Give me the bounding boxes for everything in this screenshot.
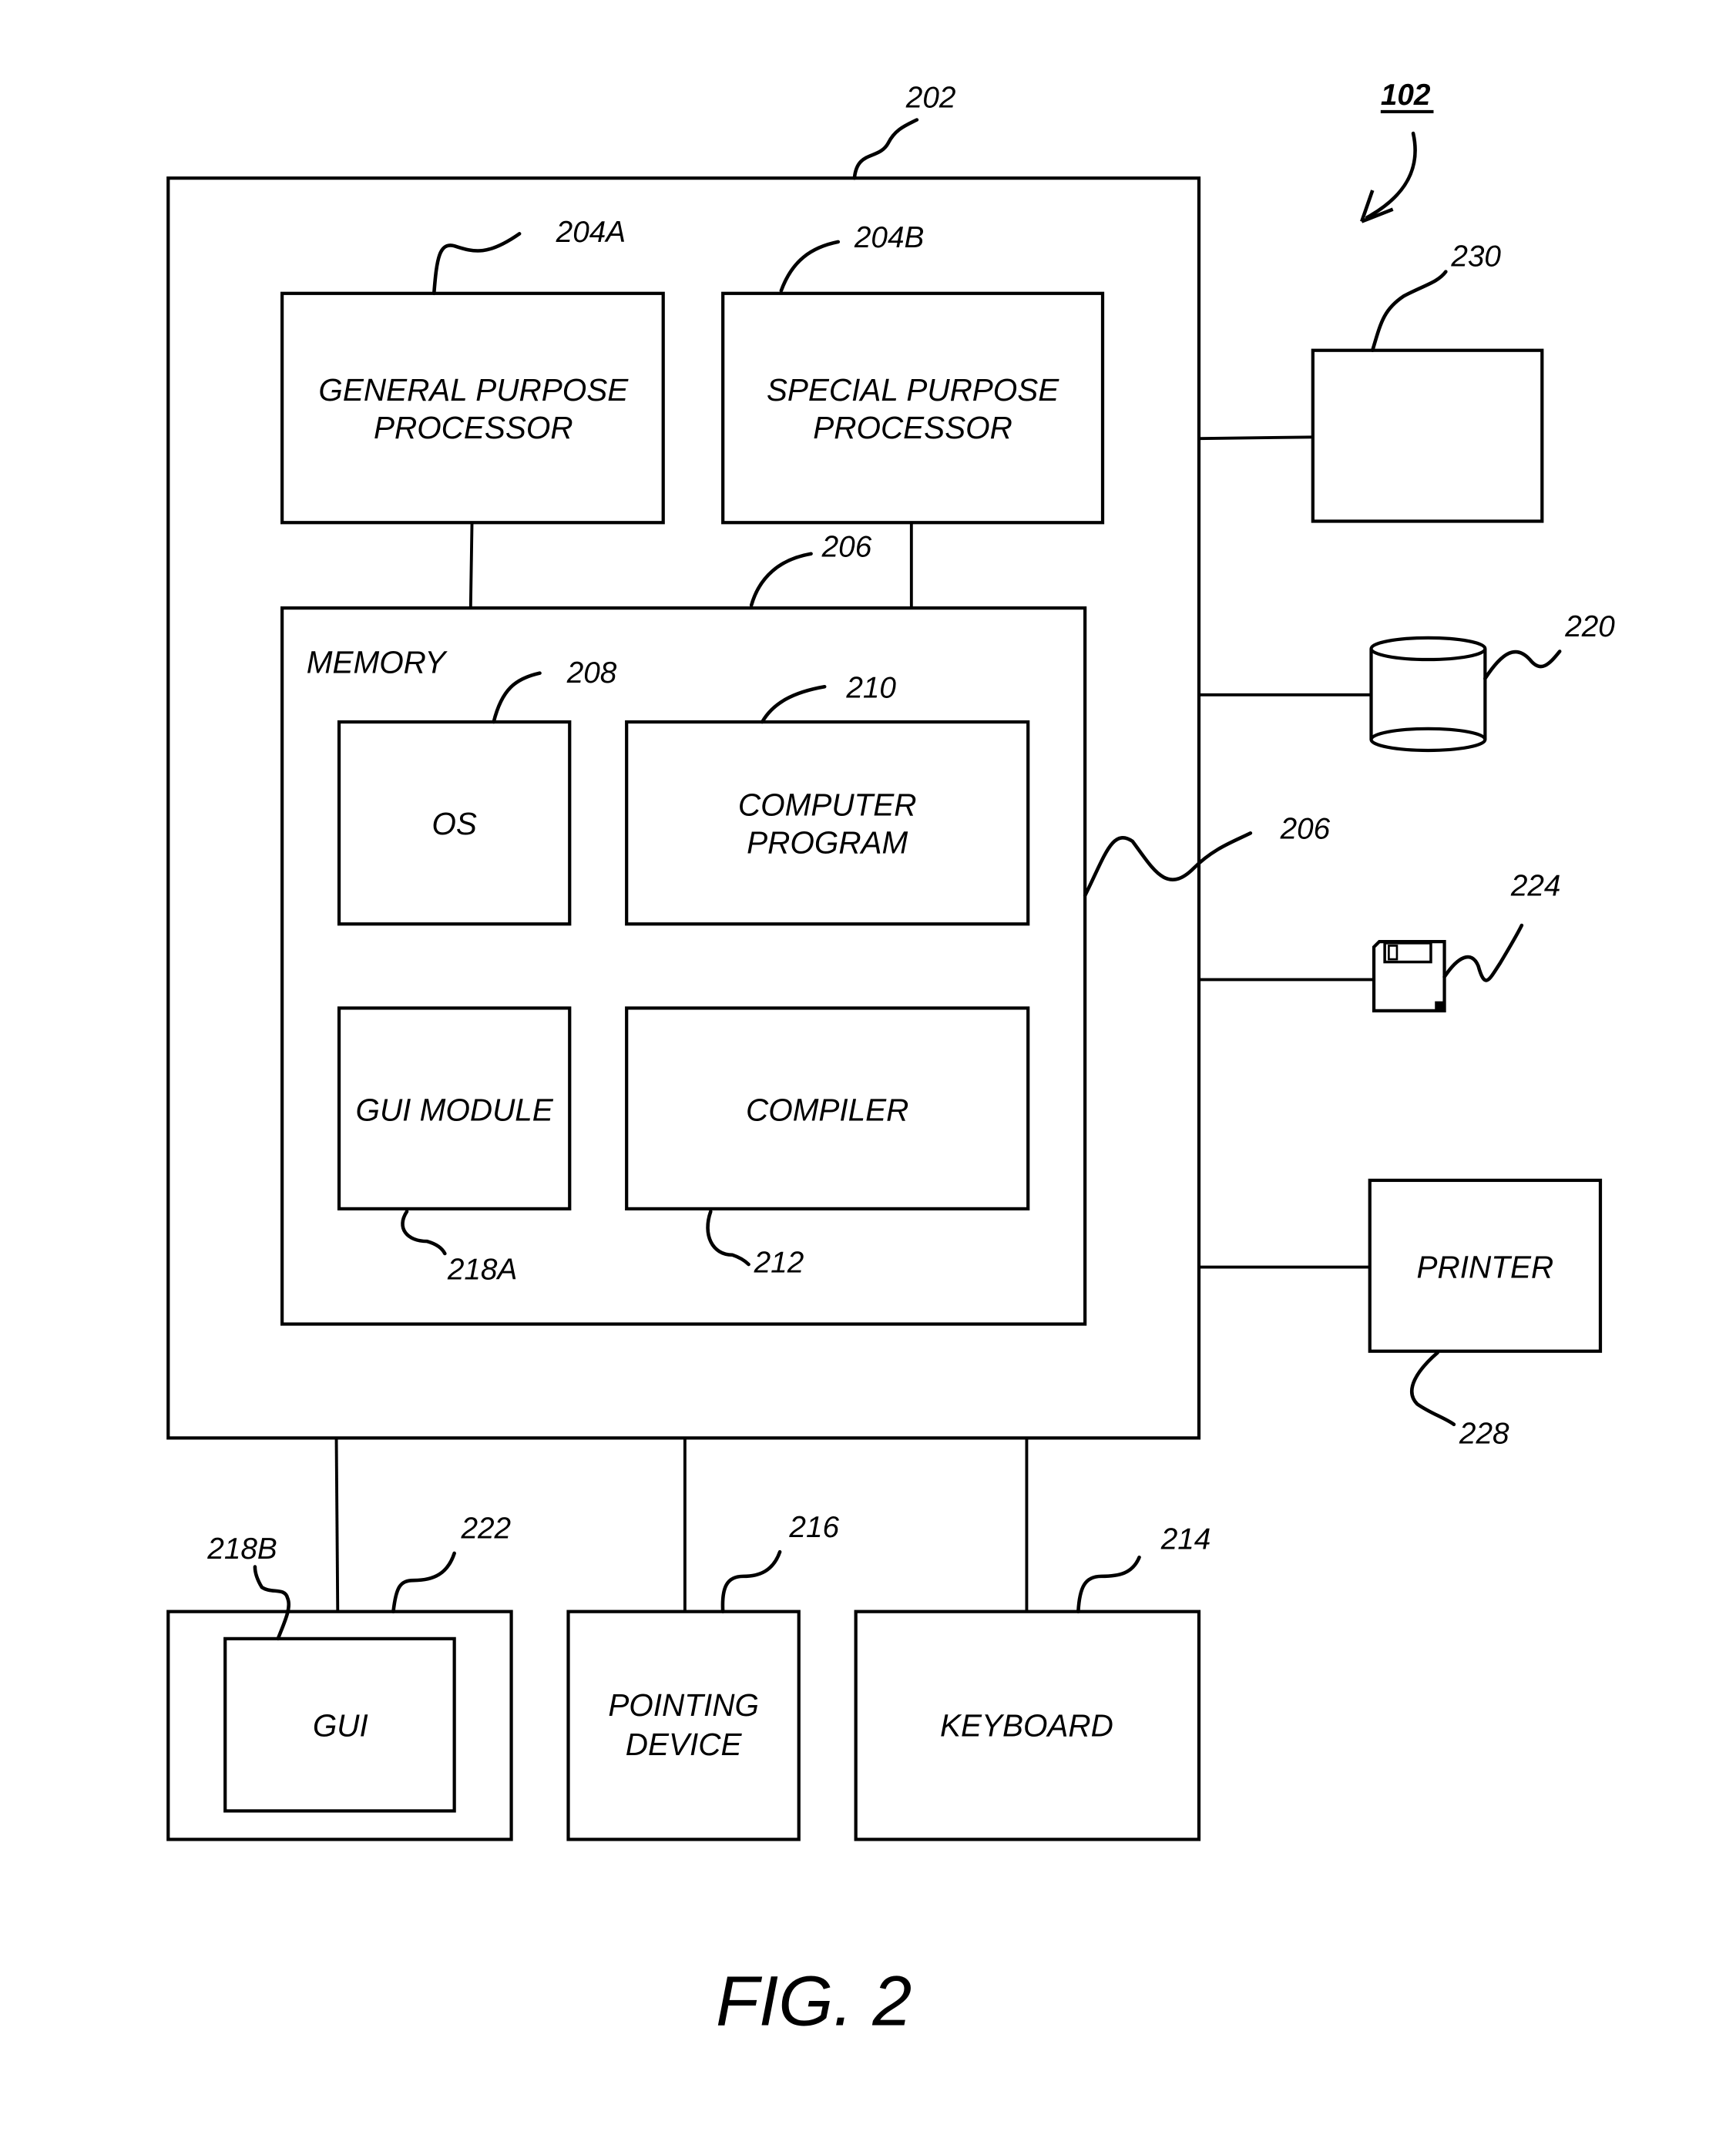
floppy-leader bbox=[1442, 923, 1524, 982]
compiler-label: COMPILER bbox=[746, 1092, 908, 1127]
device-230-box bbox=[1311, 348, 1544, 523]
compiler-ref: 212 bbox=[754, 1247, 804, 1280]
memory-top-ref: 206 bbox=[821, 530, 872, 563]
special-purpose-processor-box bbox=[721, 291, 1105, 525]
system-ref-label: 102 bbox=[1381, 79, 1431, 112]
pointing-leader bbox=[720, 1549, 782, 1613]
keyboard-ref: 214 bbox=[1160, 1523, 1211, 1556]
printer-ref: 228 bbox=[1459, 1417, 1509, 1450]
pointing-label-line1: POINTING bbox=[608, 1687, 759, 1723]
storage-leader bbox=[1483, 650, 1562, 680]
memory-side-ref: 206 bbox=[1280, 812, 1331, 845]
gp-bus-line bbox=[468, 522, 474, 609]
gp-processor-label-line2: PROCESSOR bbox=[374, 410, 573, 445]
display-ref: 222 bbox=[460, 1512, 511, 1546]
sp-processor-ref: 204B bbox=[854, 221, 924, 254]
keyboard-label: KEYBOARD bbox=[940, 1708, 1113, 1744]
gui-label: GUI bbox=[313, 1708, 368, 1744]
keyboard-leader bbox=[1076, 1555, 1141, 1613]
computer-program-label-line1: COMPUTER bbox=[738, 787, 917, 822]
device-230-ref: 230 bbox=[1450, 240, 1501, 274]
general-purpose-processor-box bbox=[280, 291, 665, 525]
pointing-device-box bbox=[566, 1610, 801, 1841]
computer-program-box bbox=[625, 720, 1030, 926]
diagram-canvas: 102 202 204A GENERAL PURPOSE PROCESSOR 2… bbox=[166, 79, 1615, 2041]
storage-ref: 220 bbox=[1564, 610, 1615, 643]
memory-label: MEMORY bbox=[307, 645, 448, 680]
sp-processor-label-line1: SPECIAL PURPOSE bbox=[767, 372, 1059, 408]
printer-label: PRINTER bbox=[1417, 1250, 1554, 1285]
database-cylinder-icon bbox=[1369, 636, 1487, 753]
os-label: OS bbox=[431, 806, 476, 841]
floppy-disk-icon bbox=[1372, 940, 1446, 1013]
printer-leader bbox=[1410, 1351, 1456, 1427]
figure-caption: FIG. 2 bbox=[716, 1962, 912, 2041]
gp-processor-label-line1: GENERAL PURPOSE bbox=[318, 372, 629, 408]
gui-module-label: GUI MODULE bbox=[355, 1092, 553, 1127]
pointing-ref: 216 bbox=[788, 1511, 839, 1544]
computer-ref: 202 bbox=[905, 82, 956, 115]
device-230-leader bbox=[1370, 270, 1448, 353]
computer-program-label-line2: PROGRAM bbox=[747, 825, 908, 861]
computer-leader bbox=[852, 118, 919, 180]
pointing-label-line2: DEVICE bbox=[626, 1727, 743, 1762]
gui-ref: 218B bbox=[207, 1532, 277, 1566]
gp-processor-ref: 204A bbox=[556, 216, 626, 249]
os-ref: 208 bbox=[566, 656, 617, 690]
system-arrow-icon bbox=[1365, 131, 1417, 220]
gui-module-ref: 218A bbox=[447, 1253, 517, 1286]
device-230-link bbox=[1198, 435, 1313, 441]
sp-processor-label-line2: PROCESSOR bbox=[813, 410, 1012, 445]
display-leader bbox=[391, 1551, 456, 1613]
computer-program-ref: 210 bbox=[845, 671, 896, 704]
display-link bbox=[334, 1438, 340, 1612]
floppy-ref: 224 bbox=[1510, 869, 1561, 902]
